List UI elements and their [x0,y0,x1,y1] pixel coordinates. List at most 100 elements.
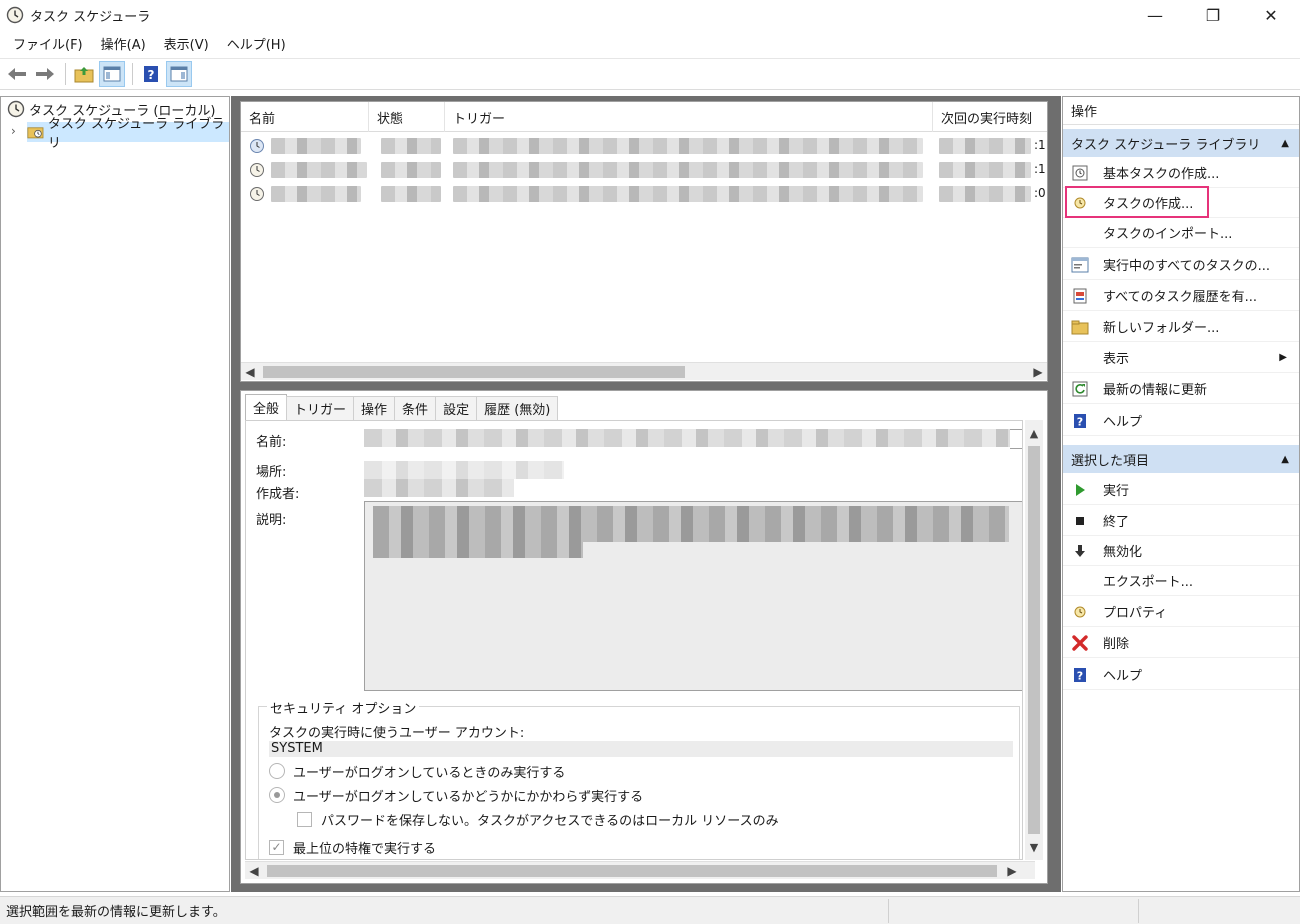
column-header-trigger[interactable]: トリガー [445,102,933,132]
tab-actions[interactable]: 操作 [353,396,396,420]
action-end[interactable]: 終了 [1063,506,1299,536]
radio-run-only-logged-on[interactable] [269,763,285,779]
section-header-library[interactable]: タスク スケジューラ ライブラリ ▲ [1063,129,1299,157]
row-suffix: :1 [1034,162,1046,176]
tree-item-library[interactable]: タスク スケジューラ ライブラリ [27,117,229,151]
location-label: 場所: [256,465,287,480]
action-help[interactable]: ? ヘルプ [1063,406,1299,436]
tab-history[interactable]: 履歴 (無効) [476,396,559,420]
section-header-selected-item[interactable]: 選択した項目 ▲ [1063,445,1299,473]
status-text: 選択範囲を最新の情報に更新します。 [6,905,226,920]
column-header-next-run[interactable]: 次回の実行時刻 [933,102,1047,132]
redacted-text [373,542,583,558]
forward-button[interactable] [32,61,58,87]
checkbox-do-not-store-password[interactable] [297,812,312,827]
action-refresh[interactable]: 最新の情報に更新 [1063,374,1299,404]
tab-settings[interactable]: 設定 [435,396,478,420]
actions-pane-title: 操作 [1063,97,1299,125]
name-field[interactable] [364,429,1010,447]
scrollbar-thumb[interactable] [1028,446,1040,834]
detail-tabs: 全般 トリガー 操作 条件 設定 履歴 (無効) [245,394,559,420]
scrollbar-thumb[interactable] [267,865,997,877]
menu-help[interactable]: ヘルプ(H) [218,34,295,53]
action-disable[interactable]: 無効化 [1063,536,1299,566]
radio-run-whether-logged-on[interactable] [269,787,285,803]
table-row[interactable]: :0 [241,183,1047,205]
action-create-basic-task[interactable]: 基本タスクの作成... [1063,158,1299,188]
new-folder-icon [1071,318,1089,336]
scroll-right-icon[interactable]: ▶ [1003,862,1021,880]
redacted-cell [271,138,361,154]
collapse-triangle-icon[interactable]: ▲ [1281,454,1289,465]
close-button[interactable]: ✕ [1242,0,1300,30]
menu-file[interactable]: ファイル(F) [4,34,92,53]
scroll-left-icon[interactable]: ◀ [241,363,259,381]
redacted-cell [939,186,1031,202]
scrollbar-thumb[interactable] [263,366,685,378]
detail-horizontal-scrollbar[interactable]: ◀ ▶ [245,861,1035,879]
table-row[interactable]: :1 [241,135,1047,157]
up-folder-button[interactable] [71,61,97,87]
panel-icon [103,66,121,82]
running-tasks-icon [1071,256,1089,274]
back-button[interactable] [4,61,30,87]
menu-action[interactable]: 操作(A) [92,34,155,53]
show-hide-action-pane-button[interactable] [166,61,192,87]
author-label: 作成者: [256,487,300,502]
list-header: 名前 状態 トリガー 次回の実行時刻 [241,102,1047,132]
redacted-cell [453,138,923,154]
help-button[interactable]: ? [138,61,164,87]
checkbox-highest-privileges[interactable]: ✓ [269,840,284,855]
tab-general[interactable]: 全般 [245,394,288,420]
action-import-task[interactable]: タスクのインポート... [1063,218,1299,248]
table-row[interactable]: :1 [241,159,1047,181]
collapse-triangle-icon[interactable]: ▲ [1281,138,1289,149]
redacted-cell [381,138,441,154]
checkbox-highest-privileges-label: 最上位の特権で実行する [293,842,437,857]
menu-view[interactable]: 表示(V) [155,34,218,53]
security-options-legend: セキュリティ オプション [267,698,420,717]
radio-run-only-logged-on-label: ユーザーがログオンしているときのみ実行する [293,766,566,781]
action-properties[interactable]: プロパティ [1063,597,1299,627]
scroll-left-icon[interactable]: ◀ [245,862,263,880]
task-clock-icon [250,163,264,177]
tab-conditions[interactable]: 条件 [394,396,437,420]
scroll-up-icon[interactable]: ▲ [1025,424,1043,442]
status-divider [888,899,889,923]
clock-icon [6,6,24,24]
action-display-running-tasks[interactable]: 実行中のすべてのタスクの... [1063,250,1299,280]
redacted-cell [381,186,441,202]
task-detail-pane: 全般 トリガー 操作 条件 設定 履歴 (無効) 名前: 場所: 作成者: 説明… [240,390,1048,884]
list-horizontal-scrollbar[interactable]: ◀ ▶ [241,362,1047,380]
action-delete[interactable]: 削除 [1063,628,1299,658]
expand-chevron-icon[interactable]: › [11,124,16,138]
detail-vertical-scrollbar[interactable]: ▲ ▼ [1025,420,1043,860]
toolbar-separator [65,63,66,85]
action-enable-all-task-history[interactable]: すべてのタスク履歴を有... [1063,281,1299,311]
action-run[interactable]: 実行 [1063,475,1299,505]
column-header-name[interactable]: 名前 [241,102,369,132]
description-field[interactable] [364,501,1022,691]
name-field-edge [1010,429,1022,449]
redacted-cell [939,162,1031,178]
restore-button[interactable]: ❐ [1184,0,1242,30]
scroll-down-icon[interactable]: ▼ [1025,838,1043,856]
delete-x-icon [1071,634,1089,652]
minimize-button[interactable]: — [1126,0,1184,30]
action-new-folder[interactable]: 新しいフォルダー... [1063,312,1299,342]
help-icon: ? [1071,412,1089,430]
stop-icon [1071,512,1089,530]
svg-text:?: ? [1077,415,1083,428]
task-clock-icon [250,187,264,201]
redacted-cell [381,162,441,178]
folder-up-icon [74,67,94,83]
tab-triggers[interactable]: トリガー [286,396,355,420]
action-view[interactable]: 表示 ▶ [1063,343,1299,373]
scroll-right-icon[interactable]: ▶ [1029,363,1047,381]
create-task-highlight [1065,186,1209,218]
action-help-selected[interactable]: ? ヘルプ [1063,660,1299,690]
column-header-status[interactable]: 状態 [369,102,445,132]
action-export[interactable]: エクスポート... [1063,566,1299,596]
show-hide-console-tree-button[interactable] [99,61,125,87]
checkbox-do-not-store-password-label: パスワードを保存しない。タスクがアクセスできるのはローカル リソースのみ [321,814,779,829]
